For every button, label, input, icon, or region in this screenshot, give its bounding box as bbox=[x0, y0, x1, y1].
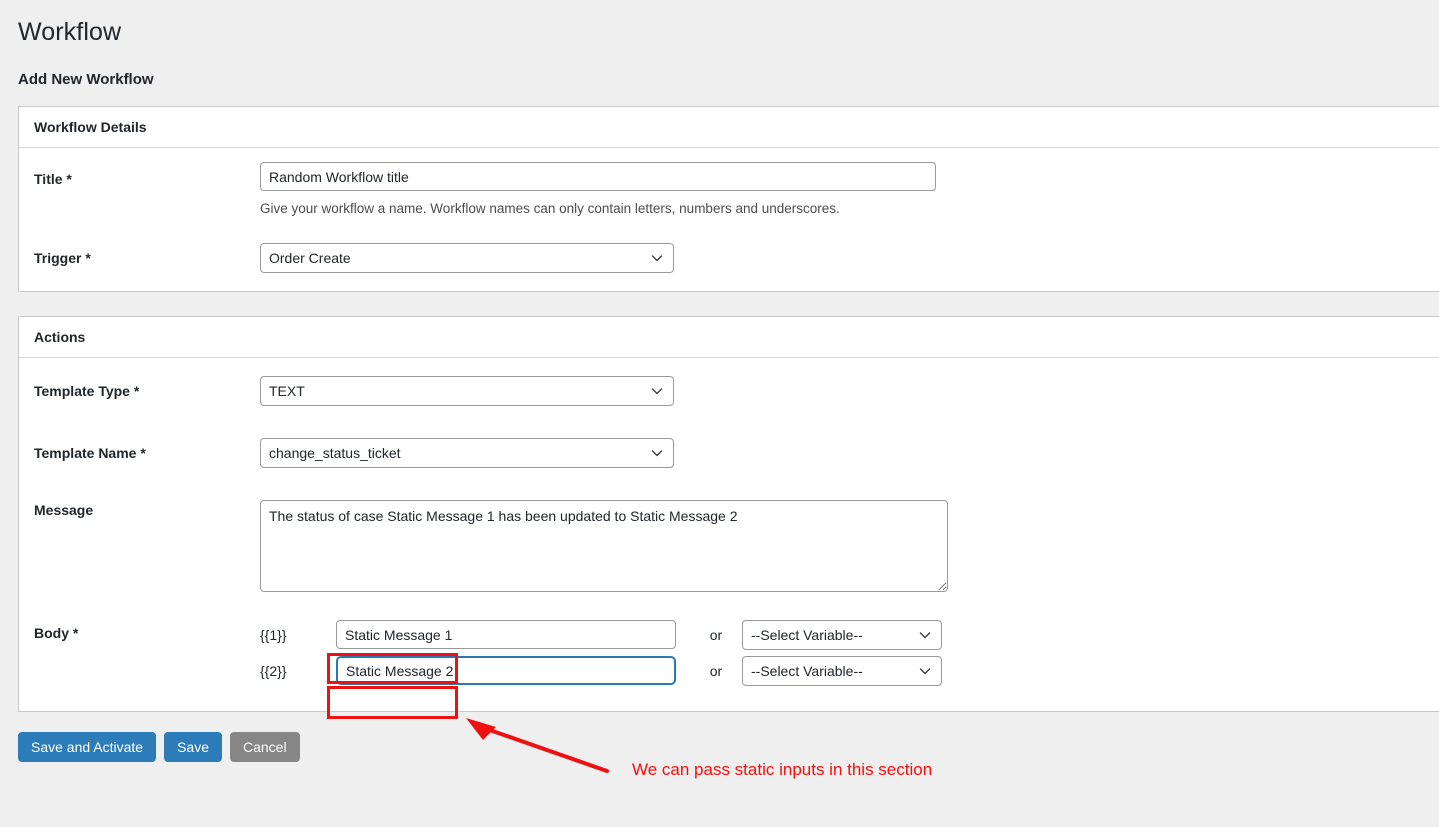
template-name-select[interactable]: change_status_ticket bbox=[260, 437, 674, 468]
save-and-activate-button[interactable]: Save and Activate bbox=[18, 731, 157, 762]
trigger-field-row: Trigger * Order Create bbox=[34, 242, 1424, 273]
page-title: Workflow bbox=[18, 18, 122, 46]
or-label-2: or bbox=[709, 662, 723, 679]
template-type-select[interactable]: TEXT bbox=[260, 375, 674, 406]
template-name-select-wrap: change_status_ticket bbox=[260, 437, 674, 468]
title-label: Title * bbox=[34, 171, 72, 187]
body-variable-select-wrap-2: --Select Variable-- bbox=[742, 655, 942, 686]
actions-card: Actions Template Type * TEXT Template Na… bbox=[18, 315, 1439, 712]
page-subtitle: Add New Workflow bbox=[18, 71, 154, 88]
body-variable-select-2[interactable]: --Select Variable-- bbox=[742, 655, 942, 686]
body-token-1: {{1}} bbox=[260, 626, 287, 643]
body-variable-rows: {{1}} or --Select Variable-- {{2}} bbox=[260, 619, 1424, 689]
template-type-label: Template Type * bbox=[34, 382, 140, 399]
body-static-input-1[interactable] bbox=[336, 620, 676, 650]
message-label: Message bbox=[34, 501, 94, 518]
trigger-select[interactable]: Order Create bbox=[260, 242, 674, 273]
body-variable-row: {{1}} or --Select Variable-- bbox=[260, 619, 1424, 651]
title-help-text: Give your workflow a name. Workflow name… bbox=[260, 201, 840, 216]
title-field-row: Title * Give your workflow a name. Workf… bbox=[34, 162, 1424, 218]
body-label: Body * bbox=[34, 624, 79, 641]
body-variable-select-1[interactable]: --Select Variable-- bbox=[742, 619, 942, 650]
workflow-details-body: Title * Give your workflow a name. Workf… bbox=[19, 148, 1439, 291]
body-variable-select-wrap-1: --Select Variable-- bbox=[742, 619, 942, 650]
workflow-details-header: Workflow Details bbox=[19, 107, 1439, 148]
template-type-row: Template Type * TEXT bbox=[34, 375, 1424, 406]
message-textarea[interactable]: The status of case Static Message 1 has … bbox=[260, 499, 948, 592]
body-row: Body * {{1}} or --Select Variable-- bbox=[34, 619, 1424, 689]
form-footer: Save and Activate Save Cancel bbox=[18, 731, 1439, 762]
body-token-2: {{2}} bbox=[260, 662, 287, 679]
body-static-input-2[interactable] bbox=[336, 656, 676, 686]
save-button[interactable]: Save bbox=[164, 731, 222, 762]
annotation-text: We can pass static inputs in this sectio… bbox=[632, 760, 933, 779]
actions-header: Actions bbox=[19, 317, 1439, 358]
trigger-label: Trigger * bbox=[34, 249, 91, 266]
trigger-select-wrap: Order Create bbox=[260, 242, 674, 273]
template-name-label: Template Name * bbox=[34, 444, 146, 461]
or-label-1: or bbox=[709, 626, 723, 643]
title-input[interactable] bbox=[260, 162, 936, 191]
template-type-select-wrap: TEXT bbox=[260, 375, 674, 406]
body-variable-row: {{2}} or --Select Variable-- bbox=[260, 655, 1424, 687]
cancel-button[interactable]: Cancel bbox=[230, 731, 300, 762]
workflow-details-card: Workflow Details Title * Give your workf… bbox=[18, 106, 1439, 292]
template-name-row: Template Name * change_status_ticket bbox=[34, 437, 1424, 468]
message-row: Message The status of case Static Messag… bbox=[34, 499, 1424, 597]
actions-body: Template Type * TEXT Template Name * cha… bbox=[19, 358, 1439, 711]
